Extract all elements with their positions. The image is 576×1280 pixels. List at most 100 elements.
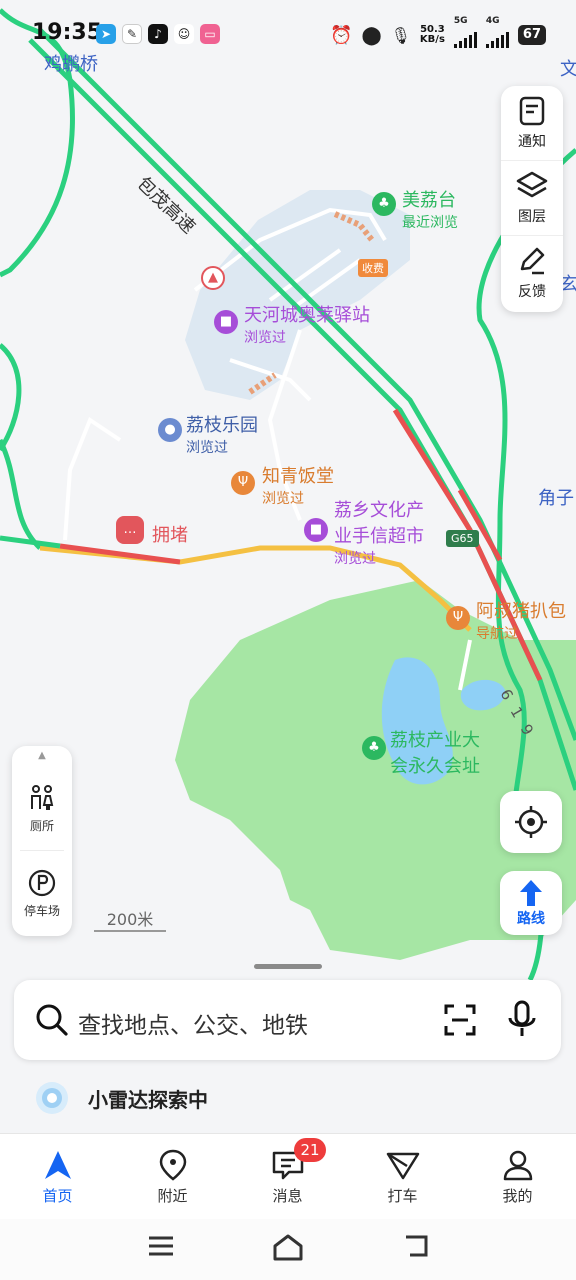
- tab-nearby[interactable]: 附近: [115, 1134, 230, 1220]
- feedback-label: 反馈: [518, 284, 546, 300]
- locate-button[interactable]: [500, 791, 562, 853]
- search-input[interactable]: 查找地点、公交、地铁: [78, 1006, 308, 1040]
- radar-icon: [36, 1082, 68, 1114]
- navigation-arrow-icon: [44, 1150, 71, 1179]
- tab-nearby-label: 附近: [157, 1186, 188, 1205]
- pork-marker[interactable]: Ψ: [446, 606, 470, 630]
- status-right: ⏰ ⬤ 🎙 50.3 KB/s 5G 4G 67: [330, 16, 546, 48]
- signal-5g-label: 5G: [453, 16, 468, 26]
- lizhi-park-name: 荔枝乐园: [186, 415, 258, 436]
- meilitai-label[interactable]: 美荔台 最近浏览: [402, 186, 458, 232]
- locate-icon: [515, 806, 547, 838]
- qq-icon: ☺: [174, 24, 194, 44]
- congestion-label[interactable]: 拥堵: [152, 521, 188, 547]
- feedback-icon: [520, 247, 545, 275]
- industry-label[interactable]: 荔枝产业大会永久会址: [390, 726, 480, 778]
- tianhe-label[interactable]: 天河城奥莱驿站浏览过: [244, 301, 370, 347]
- facility-shortcuts: ▲ 厕所 停车场: [12, 746, 72, 936]
- tab-profile[interactable]: 我的: [460, 1134, 575, 1220]
- tab-home[interactable]: 首页: [0, 1134, 115, 1220]
- signal-5g: 5G: [453, 16, 477, 48]
- scan-icon[interactable]: [442, 1002, 478, 1038]
- feedback-button[interactable]: 反馈: [501, 236, 563, 310]
- tab-taxi-label: 打车: [387, 1186, 418, 1205]
- clock: 19:35: [32, 20, 103, 45]
- industry-marker[interactable]: ♣: [362, 736, 386, 760]
- industry-line-1: 荔枝产业大: [390, 730, 480, 751]
- map-tools-panel: 通知 图层 反馈: [501, 86, 563, 312]
- notification-label: 通知: [518, 134, 546, 150]
- toilet-label: 厕所: [29, 818, 54, 833]
- lizhi-park-sub: 浏览过: [186, 440, 228, 456]
- parking-button[interactable]: 停车场: [12, 851, 72, 935]
- search-bar[interactable]: 查找地点、公交、地铁: [14, 980, 561, 1060]
- signal-4g: 4G: [485, 16, 509, 48]
- taxi-icon: [386, 1152, 419, 1179]
- zhiqing-label[interactable]: 知青饭堂 浏览过: [262, 462, 334, 508]
- tiktok-icon: ♪: [148, 24, 168, 44]
- radar-banner[interactable]: 小雷达探索中: [0, 1072, 576, 1128]
- lizhi-park-label[interactable]: 荔枝乐园 浏览过: [186, 411, 258, 457]
- bottom-tab-bar: 首页 附近 消息 21 打车 我的: [0, 1133, 576, 1220]
- tianhe-name: 天河城奥莱驿站: [244, 305, 370, 326]
- microphone-icon[interactable]: [506, 1000, 538, 1040]
- scenic-icon[interactable]: ▲: [201, 266, 225, 290]
- parking-icon: [28, 869, 56, 896]
- industry-line-2: 会永久会址: [390, 756, 480, 777]
- zhiqing-marker[interactable]: Ψ: [231, 471, 255, 495]
- home-icon[interactable]: [272, 1233, 304, 1261]
- collapse-chevron-icon[interactable]: ▲: [12, 746, 72, 766]
- toilet-button[interactable]: 厕所: [12, 766, 72, 850]
- tianhe-marker[interactable]: ■: [214, 310, 238, 334]
- pork-label[interactable]: 阿叔猪扒包 导航过: [476, 597, 566, 643]
- notification-button[interactable]: 通知: [501, 86, 563, 161]
- tab-messages-label: 消息: [272, 1186, 303, 1205]
- lizhi-park-marker[interactable]: ●: [158, 418, 182, 442]
- culture-line-1: 荔乡文化产: [334, 500, 424, 521]
- zhiqing-name: 知青饭堂: [262, 466, 334, 487]
- culture-sub: 浏览过: [334, 551, 376, 567]
- map-scale: 200米: [94, 906, 166, 932]
- tianhe-sub: 浏览过: [244, 330, 286, 346]
- search-icon: [36, 1004, 68, 1036]
- notification-icons: ➤ ✎ ♪ ☺ ▭: [96, 24, 220, 44]
- tab-messages[interactable]: 消息 21: [230, 1134, 345, 1220]
- location-pin-icon: [159, 1149, 186, 1181]
- layers-button[interactable]: 图层: [501, 161, 563, 236]
- edge-label-3: 角子: [538, 488, 574, 509]
- culture-market-label[interactable]: 荔乡文化产业手信超市浏览过: [334, 496, 424, 568]
- microphone-status-icon: 🎙: [390, 25, 411, 45]
- signal-4g-label: 4G: [485, 16, 500, 26]
- alarm-icon: ⏰: [330, 24, 353, 46]
- meilitai-marker[interactable]: ♣: [372, 192, 396, 216]
- culture-market-marker[interactable]: ■: [304, 518, 328, 542]
- back-icon[interactable]: [402, 1233, 430, 1259]
- route-button[interactable]: 路线: [500, 871, 562, 935]
- person-icon: [503, 1150, 532, 1180]
- parking-label: 停车场: [23, 903, 60, 918]
- route-label: 路线: [517, 911, 545, 927]
- notification-icon: [519, 96, 545, 126]
- telegram-icon: ➤: [96, 24, 116, 44]
- pork-name: 阿叔猪扒包: [476, 601, 566, 622]
- congestion-icon[interactable]: …: [116, 516, 144, 544]
- layers-icon: [516, 171, 548, 198]
- meilitai-sub: 最近浏览: [402, 215, 458, 231]
- g65-shield: G65: [446, 530, 479, 547]
- radar-text: 小雷达探索中: [88, 1088, 208, 1112]
- message-badge: 21: [294, 1138, 326, 1162]
- status-bar: 19:35 ➤ ✎ ♪ ☺ ▭ ⏰ ⬤ 🎙 50.3 KB/s 5G 4G 67: [0, 0, 576, 70]
- culture-line-2: 业手信超市: [334, 526, 424, 547]
- tab-home-label: 首页: [42, 1186, 73, 1205]
- bilibili-icon: ▭: [200, 24, 220, 44]
- layers-label: 图层: [518, 209, 546, 225]
- route-arrow-icon: [520, 880, 542, 906]
- tab-taxi[interactable]: 打车: [345, 1134, 460, 1220]
- menu-icon[interactable]: [147, 1233, 175, 1259]
- drag-handle[interactable]: [254, 964, 322, 969]
- location-icon: ⬤: [361, 24, 382, 46]
- battery-indicator: 67: [517, 25, 546, 45]
- network-speed-unit: KB/s: [419, 34, 445, 45]
- toilet-icon: [31, 784, 54, 810]
- tab-profile-label: 我的: [502, 1186, 533, 1205]
